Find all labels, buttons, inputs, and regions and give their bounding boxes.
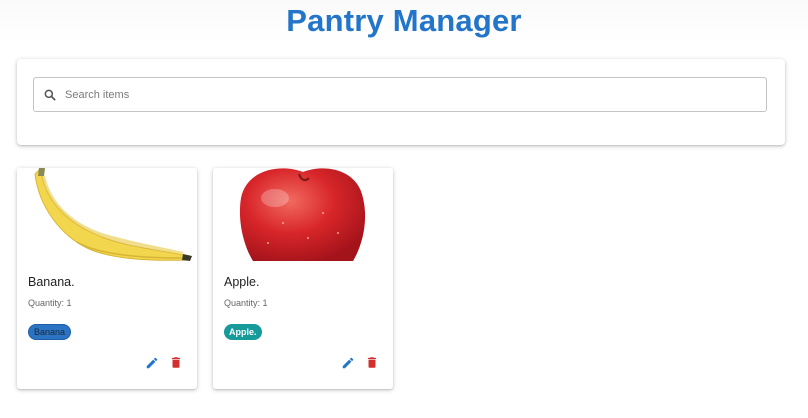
app-title: Pantry Manager xyxy=(286,3,522,38)
item-tag-chip: Banana xyxy=(28,324,72,340)
item-tag-chip: Apple. xyxy=(224,324,262,340)
search-input[interactable] xyxy=(65,88,705,101)
apple-image xyxy=(213,168,393,261)
item-name: Apple. xyxy=(224,275,260,289)
pencil-icon[interactable] xyxy=(341,356,355,370)
trash-icon[interactable] xyxy=(365,355,379,370)
item-card-banana: Banana. Quantity: 1 Banana xyxy=(17,168,197,389)
item-quantity: Quantity: 1 xyxy=(224,298,268,308)
search-icon xyxy=(43,88,57,102)
pencil-icon[interactable] xyxy=(145,356,159,370)
item-name: Banana. xyxy=(28,275,75,289)
item-card-apple: Apple. Quantity: 1 Apple. xyxy=(213,168,393,389)
app-header: Pantry Manager xyxy=(0,0,808,44)
item-quantity: Quantity: 1 xyxy=(28,298,72,308)
banana-image xyxy=(17,168,197,261)
search-field[interactable] xyxy=(33,77,767,112)
trash-icon[interactable] xyxy=(169,355,183,370)
pantry-manager-page: Pantry Manager Banana. Quantity: 1 xyxy=(0,0,808,418)
search-card xyxy=(17,59,785,145)
